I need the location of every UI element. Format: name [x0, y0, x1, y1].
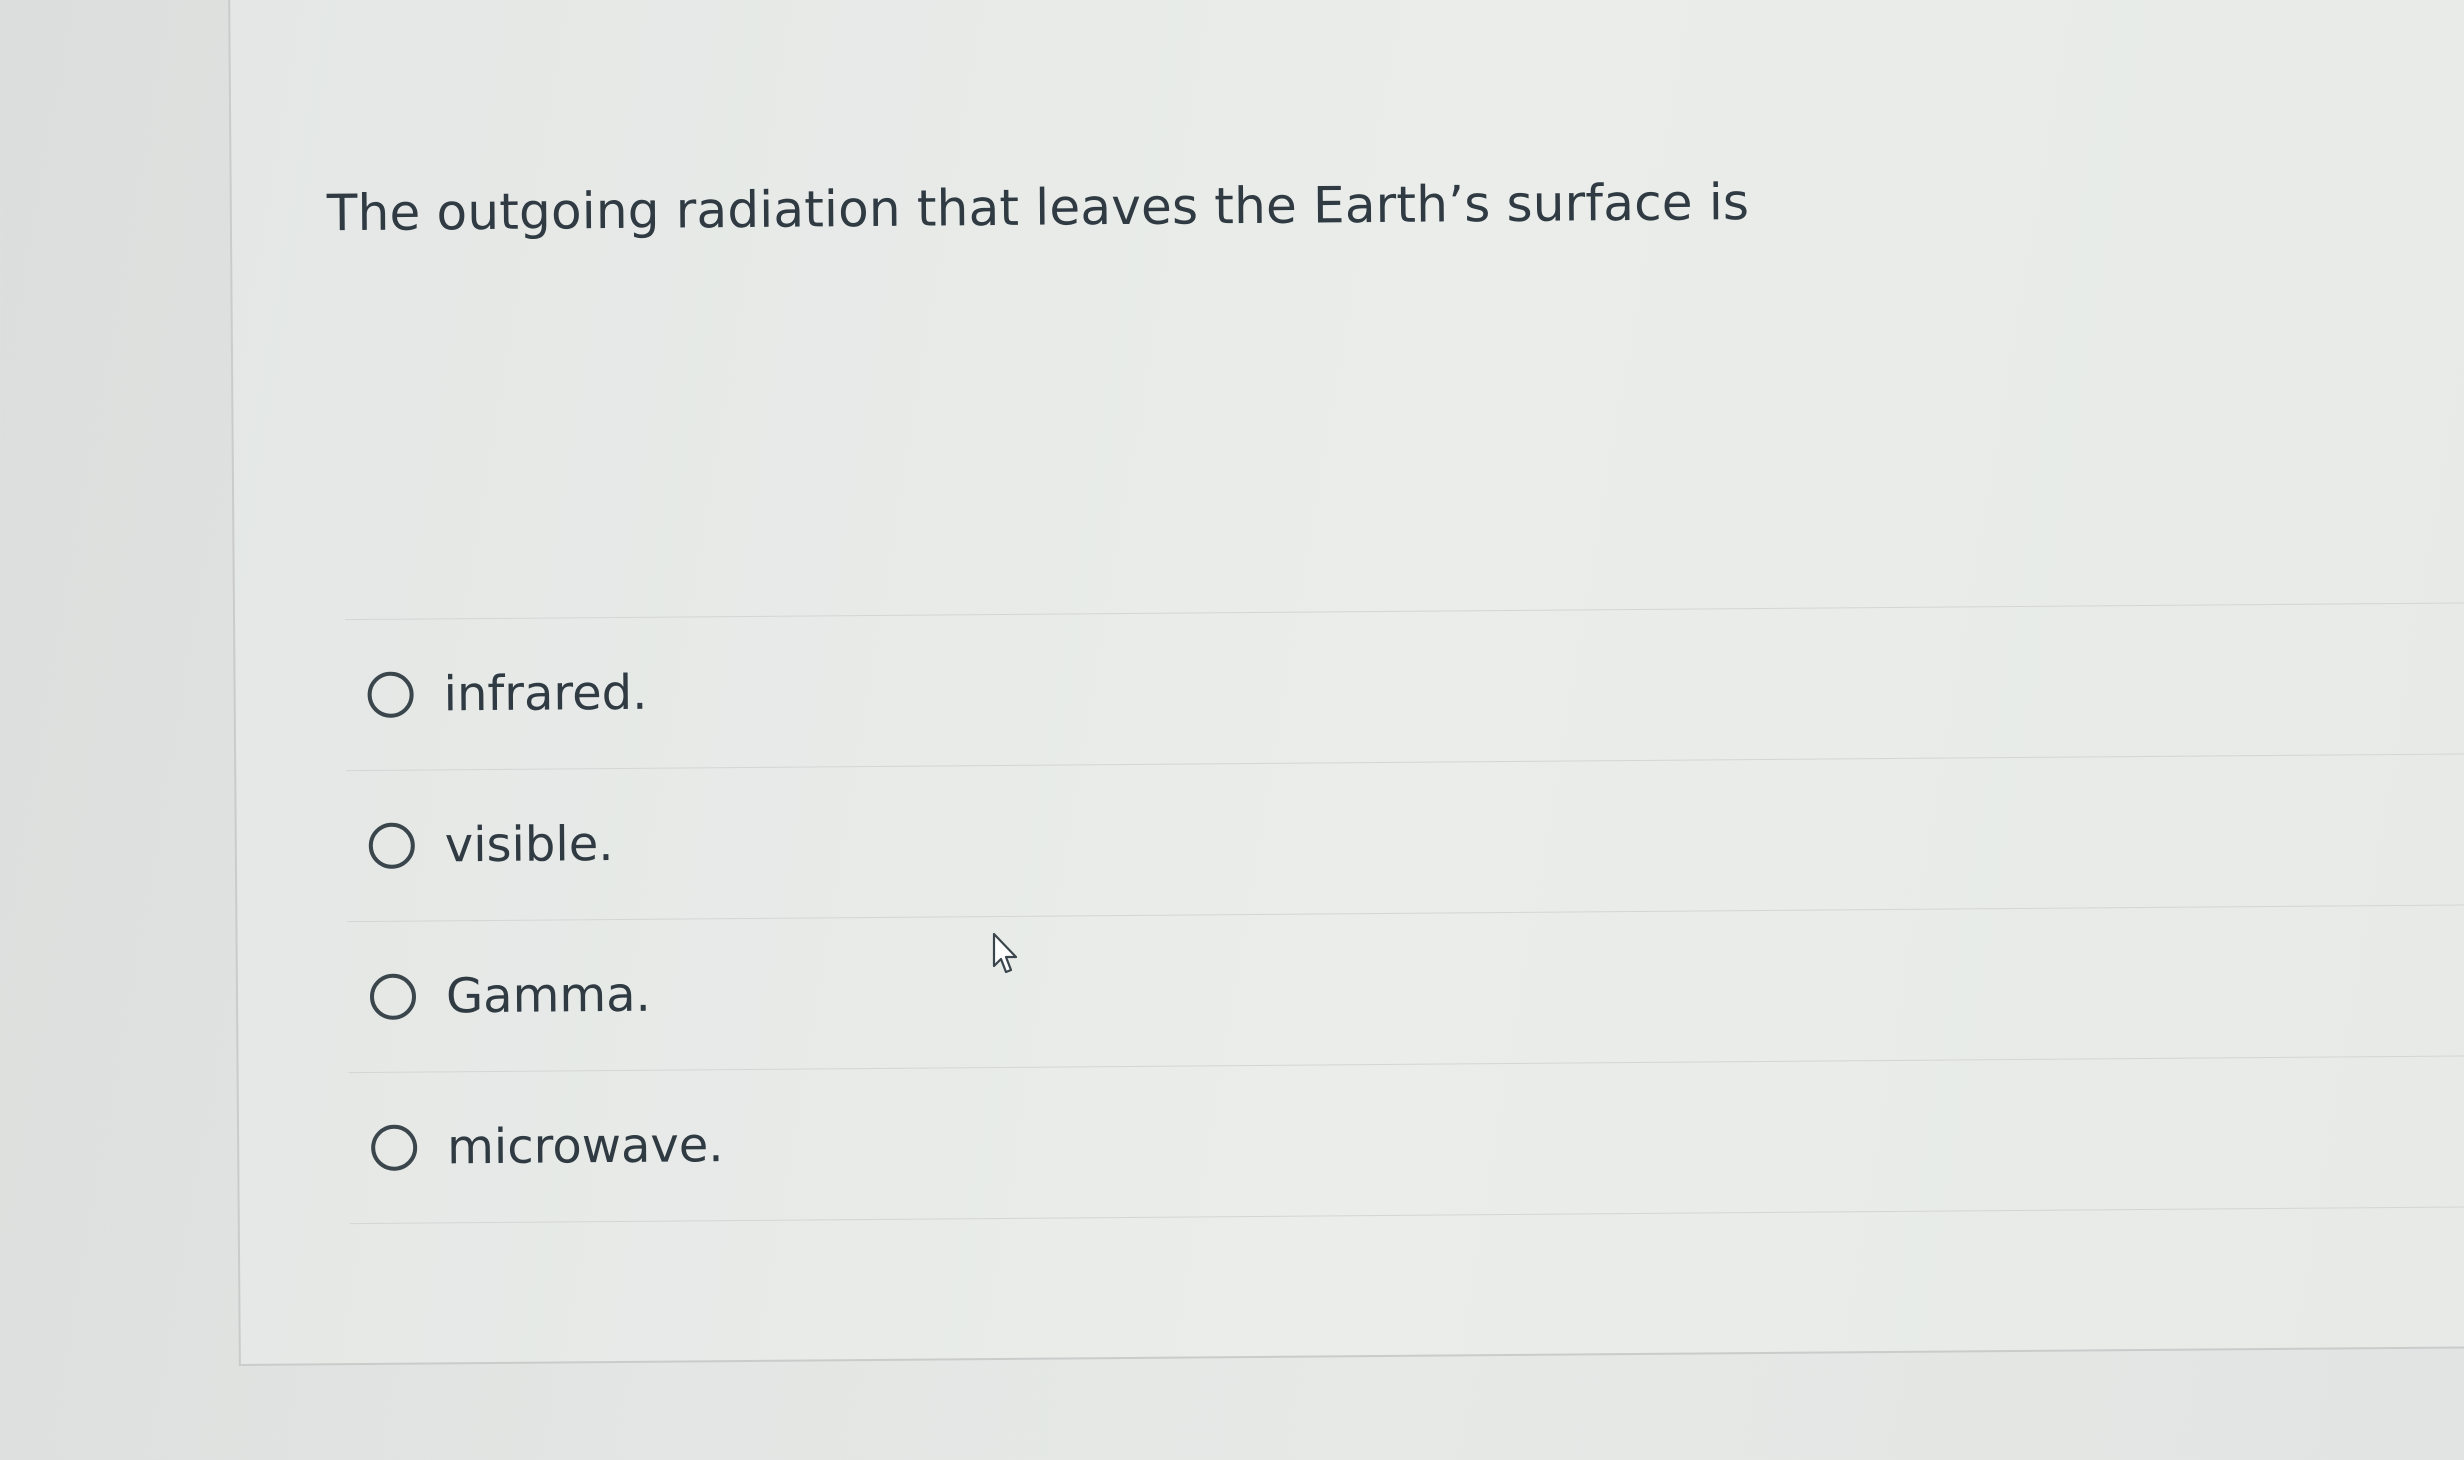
answer-label: microwave.: [446, 1117, 724, 1176]
answer-option-infrared[interactable]: infrared.: [345, 602, 2464, 772]
mouse-pointer-hand-icon: [992, 932, 1018, 974]
answer-list: infrared. visible. Gamma. microwave.: [345, 601, 2464, 1225]
radio-unchecked-icon[interactable]: [369, 973, 417, 1020]
question-text: The outgoing radiation that leaves the E…: [326, 173, 1750, 243]
question-card: The outgoing radiation that leaves the E…: [228, 0, 2464, 1366]
radio-unchecked-icon[interactable]: [368, 822, 415, 869]
answer-option-gamma[interactable]: Gamma.: [347, 904, 2464, 1074]
answer-option-visible[interactable]: visible.: [346, 753, 2464, 923]
radio-unchecked-icon[interactable]: [367, 671, 414, 718]
radio-unchecked-icon[interactable]: [370, 1124, 418, 1171]
answer-label: visible.: [444, 815, 614, 874]
answer-label: infrared.: [443, 664, 648, 723]
answer-option-microwave[interactable]: microwave.: [348, 1055, 2464, 1225]
answer-label: Gamma.: [445, 966, 651, 1025]
